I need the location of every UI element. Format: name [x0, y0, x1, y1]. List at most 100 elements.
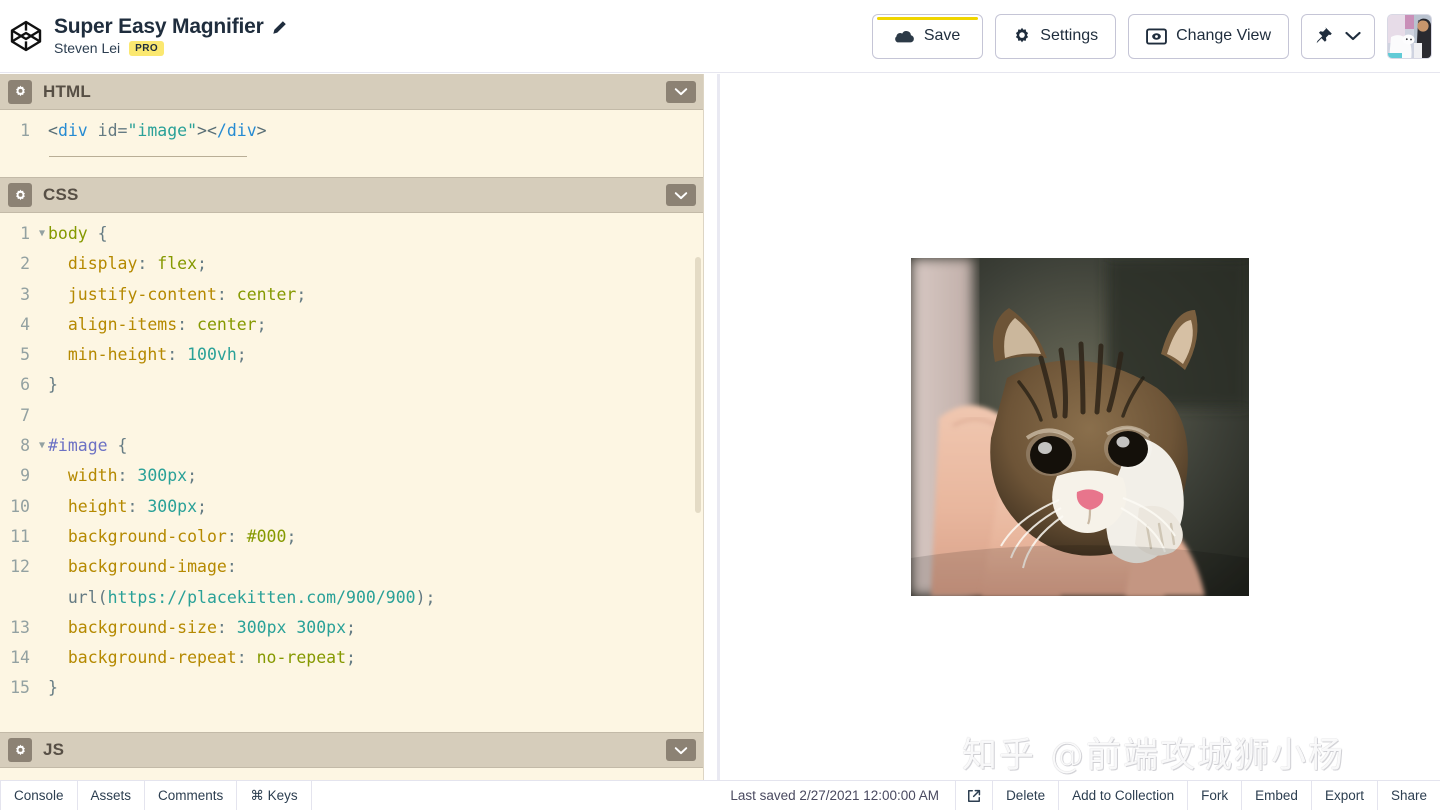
code-text: background-image:	[48, 557, 237, 577]
footer-tab-keys[interactable]: ⌘ Keys	[237, 781, 312, 810]
last-saved-text: Last saved 2/27/2021 12:00:00 AM	[730, 788, 940, 803]
footer-export-button[interactable]: Export	[1312, 781, 1378, 810]
css-code-editor[interactable]: 1▼body {2▼ display: flex;3▼ justify-cont…	[0, 213, 704, 732]
pin-dropdown-button[interactable]	[1301, 13, 1375, 59]
code-fold-toggle-icon[interactable]: ▼	[36, 219, 48, 249]
footer-tab-assets-label: Assets	[90, 788, 132, 803]
code-line: 10▼ height: 300px;	[0, 492, 704, 522]
code-text: background-color: #000;	[48, 526, 297, 546]
settings-button[interactable]: Settings	[995, 13, 1117, 59]
code-line: 1 ▼ body {	[0, 219, 704, 249]
line-number: 1	[20, 224, 30, 243]
code-line: 8 ▼ #image {	[0, 431, 704, 461]
css-scrollbar[interactable]	[695, 257, 701, 513]
footer-tab-comments-label: Comments	[158, 788, 224, 803]
line-number: 6	[20, 375, 30, 395]
pane-title-html: HTML	[43, 81, 92, 101]
footer-tab-console-label: Console	[14, 788, 64, 803]
code-line: 6▼}	[0, 370, 704, 400]
change-view-button-label: Change View	[1176, 27, 1271, 44]
pencil-icon[interactable]	[272, 20, 287, 35]
code-text: }	[48, 375, 58, 395]
line-number: 14	[10, 648, 30, 668]
external-link-button[interactable]	[955, 781, 994, 810]
line-number: 10	[10, 496, 30, 516]
code-line: 2▼ display: flex;	[0, 249, 704, 279]
code-text: #image {	[48, 436, 128, 456]
footer-spacer	[312, 781, 715, 810]
pane-header-js: JS	[0, 732, 704, 768]
pen-meta: Super Easy Magnifier Steven Lei PRO	[54, 15, 287, 57]
pane-header-html: HTML	[0, 74, 704, 110]
code-text: body {	[48, 224, 108, 243]
code-fold-toggle-icon[interactable]: ▼	[36, 431, 48, 461]
footer-add-to-collection-button[interactable]: Add to Collection	[1059, 781, 1189, 810]
js-collapse-button[interactable]	[666, 739, 696, 761]
code-line: 5▼ min-height: 100vh;	[0, 340, 704, 370]
code-text: <div id="image"></div>	[48, 121, 267, 140]
top-bar: Super Easy Magnifier Steven Lei PRO Save…	[0, 0, 1440, 73]
footer-tab-assets[interactable]: Assets	[78, 781, 146, 810]
footer-embed-button[interactable]: Embed	[1242, 781, 1312, 810]
save-button[interactable]: Save	[871, 13, 984, 59]
code-line: 14▼ background-repeat: no-repeat;	[0, 643, 704, 673]
line-number: 9	[20, 466, 30, 486]
gear-icon	[1013, 27, 1031, 45]
js-settings-gear-icon[interactable]	[8, 738, 32, 762]
html-selection-underline	[49, 156, 247, 157]
top-bar-actions: Save Settings Change View	[871, 13, 1440, 59]
editor-right-edge	[703, 74, 704, 780]
footer-delete-button[interactable]: Delete	[993, 781, 1060, 810]
footer-fork-label: Fork	[1201, 788, 1229, 803]
save-button-label: Save	[923, 27, 961, 44]
change-view-button[interactable]: Change View	[1128, 13, 1289, 59]
line-number: 8	[20, 436, 30, 456]
pen-brand: Super Easy Magnifier Steven Lei PRO	[0, 15, 287, 57]
footer-export-label: Export	[1324, 788, 1364, 803]
code-line: 4▼ align-items: center;	[0, 310, 704, 340]
line-number: 12	[10, 557, 30, 577]
line-number: 4	[20, 314, 30, 334]
code-text: height: 300px;	[48, 496, 207, 516]
footer-delete-label: Delete	[1006, 788, 1046, 803]
code-line: 3▼ justify-content: center;	[0, 280, 704, 310]
html-collapse-button[interactable]	[666, 80, 696, 103]
line-number: 3	[20, 284, 30, 304]
view-icon	[1146, 27, 1167, 45]
footer-bar: Console Assets Comments ⌘ Keys Last save…	[0, 780, 1440, 810]
footer-tab-console[interactable]: Console	[0, 781, 78, 810]
footer-tab-comments[interactable]: Comments	[145, 781, 238, 810]
codepen-editor-app: Super Easy Magnifier Steven Lei PRO Save…	[0, 0, 1440, 810]
line-number: 15	[10, 678, 30, 698]
code-line: 1▼<div id="image"></div>	[0, 116, 704, 146]
kitten-preview	[911, 258, 1249, 596]
line-number: 13	[10, 617, 30, 637]
code-text: width: 300px;	[48, 466, 198, 486]
code-text: background-repeat: no-repeat;	[48, 648, 356, 668]
pane-title-css: CSS	[43, 185, 79, 204]
code-line: 15▼}	[0, 673, 704, 703]
footer-share-button[interactable]: Share	[1378, 781, 1440, 810]
avatar[interactable]	[1387, 13, 1432, 59]
preview-pane	[720, 74, 1440, 780]
pro-badge: PRO	[129, 41, 165, 56]
css-settings-gear-icon[interactable]	[8, 183, 32, 207]
author-row: Steven Lei PRO	[54, 40, 287, 57]
footer-add-to-collection-label: Add to Collection	[1072, 788, 1175, 803]
css-collapse-button[interactable]	[666, 184, 696, 206]
code-text: }	[48, 678, 58, 698]
footer-embed-label: Embed	[1255, 788, 1298, 803]
html-code-editor[interactable]: 1▼<div id="image"></div>	[0, 110, 704, 177]
pane-header-css: CSS	[0, 177, 704, 213]
codepen-logo-icon[interactable]	[8, 18, 44, 54]
cloud-icon	[895, 29, 915, 44]
line-number: 1	[20, 121, 30, 140]
code-line: 13▼ background-size: 300px 300px;	[0, 613, 704, 643]
settings-button-label: Settings	[1040, 27, 1099, 44]
html-settings-gear-icon[interactable]	[8, 79, 32, 104]
code-text: min-height: 100vh;	[48, 345, 247, 365]
footer-fork-button[interactable]: Fork	[1188, 781, 1243, 810]
code-text: display: flex;	[48, 254, 207, 274]
pen-title-row: Super Easy Magnifier	[54, 15, 287, 39]
author-name[interactable]: Steven Lei	[54, 40, 120, 57]
